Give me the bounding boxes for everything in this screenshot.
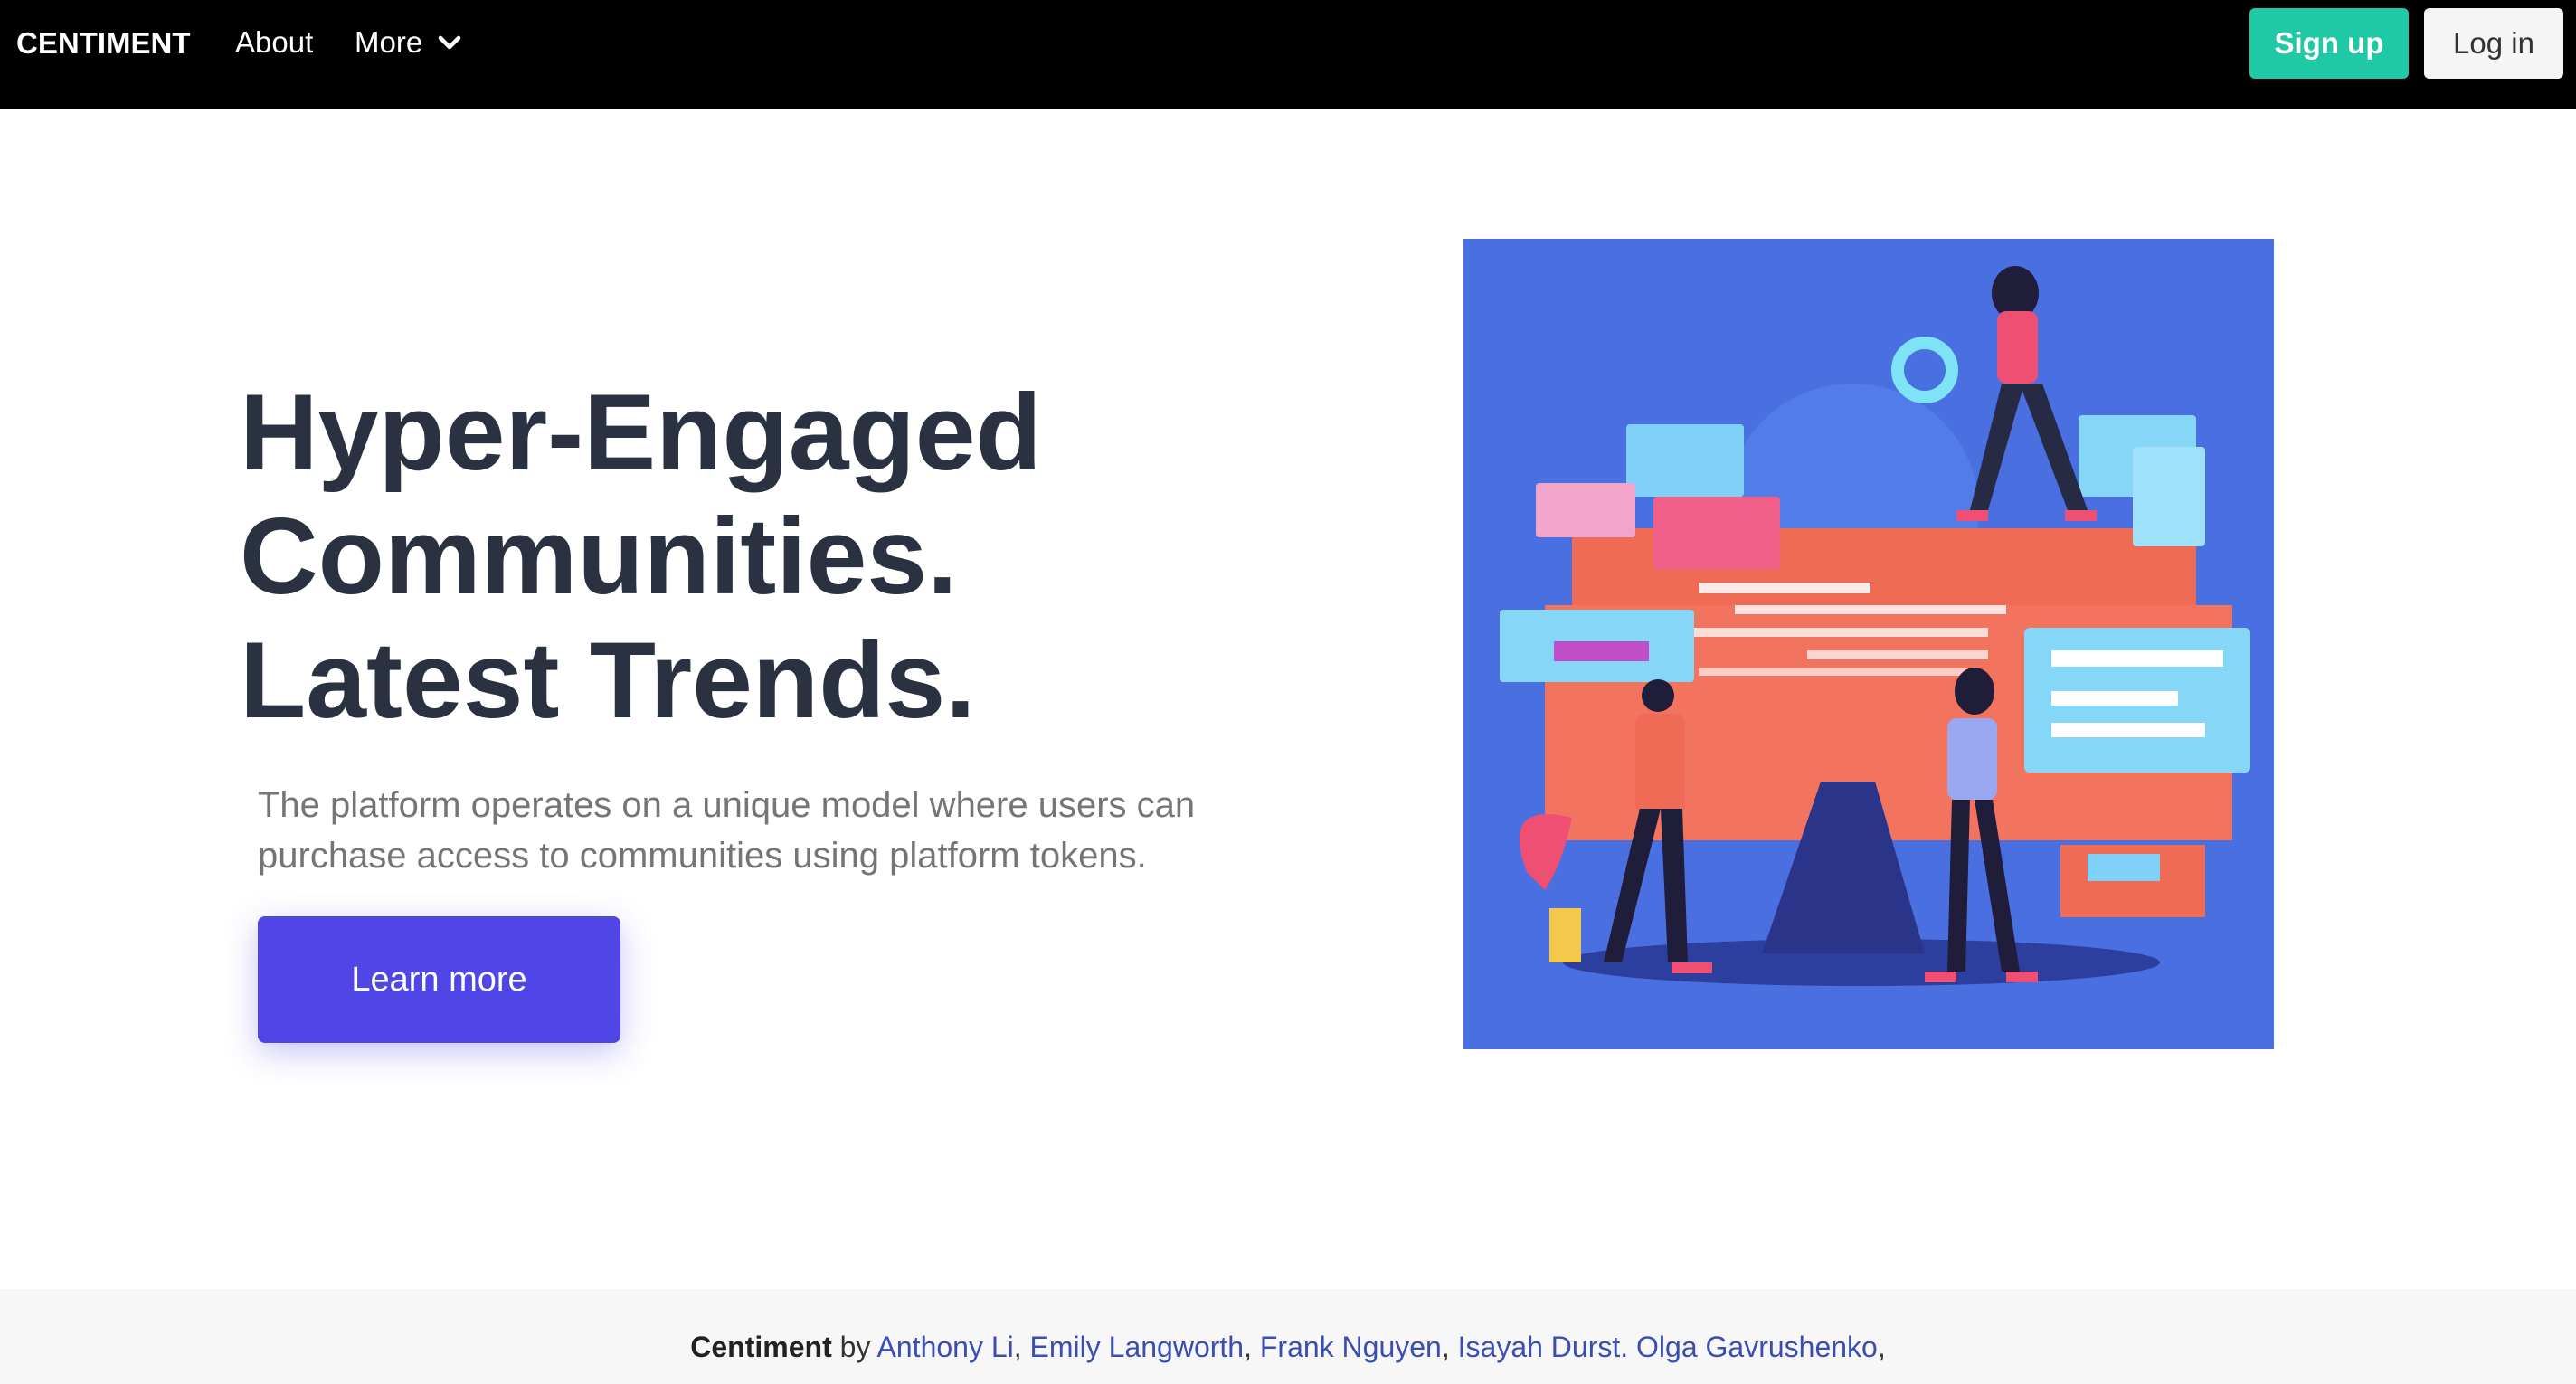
hero-subtitle: The platform operates on a unique model … xyxy=(258,780,1271,881)
footer-brand: Centiment xyxy=(690,1331,832,1363)
footer-separator: , xyxy=(1244,1331,1260,1363)
footer: Centiment by Anthony Li, Emily Langworth… xyxy=(0,1289,2576,1384)
hero-subtitle-line: purchase access to communities using pla… xyxy=(258,836,1147,876)
hero-subtitle-line: The platform operates on a unique model … xyxy=(258,785,1196,825)
author-link[interactable]: Emily Langworth xyxy=(1030,1331,1245,1363)
learn-more-button[interactable]: Learn more xyxy=(258,916,620,1043)
author-link[interactable]: Anthony Li xyxy=(877,1331,1014,1363)
footer-by: by xyxy=(831,1331,877,1363)
footer-separator: , xyxy=(1013,1331,1030,1363)
hero-title-line: Latest Trends. xyxy=(240,620,976,741)
sign-up-button[interactable]: Sign up xyxy=(2249,8,2409,79)
log-in-button[interactable]: Log in xyxy=(2424,8,2563,79)
brand-logo[interactable]: CENTIMENT xyxy=(16,27,191,60)
hero-title-line: Communities. xyxy=(240,496,958,617)
footer-separator: , xyxy=(1441,1331,1458,1363)
author-link[interactable]: Isayah Durst. Olga Gavrushenko xyxy=(1458,1331,1878,1363)
community-illustration xyxy=(1463,239,2274,1049)
chevron-down-icon xyxy=(438,35,461,50)
footer-trailing-comma: , xyxy=(1877,1331,1886,1363)
hero-title-line: Hyper-Engaged xyxy=(240,372,1042,493)
nav-about-link[interactable]: About xyxy=(235,25,313,60)
footer-credits: Centiment by Anthony Li, Emily Langworth… xyxy=(0,1329,2576,1365)
author-link[interactable]: Frank Nguyen xyxy=(1260,1331,1442,1363)
top-navbar: CENTIMENT About More Sign up Log in xyxy=(0,0,2576,109)
hero-title: Hyper-Engaged Communities. Latest Trends… xyxy=(240,371,1280,743)
nav-more-dropdown[interactable]: More xyxy=(355,25,462,60)
nav-more-label: More xyxy=(355,25,423,59)
